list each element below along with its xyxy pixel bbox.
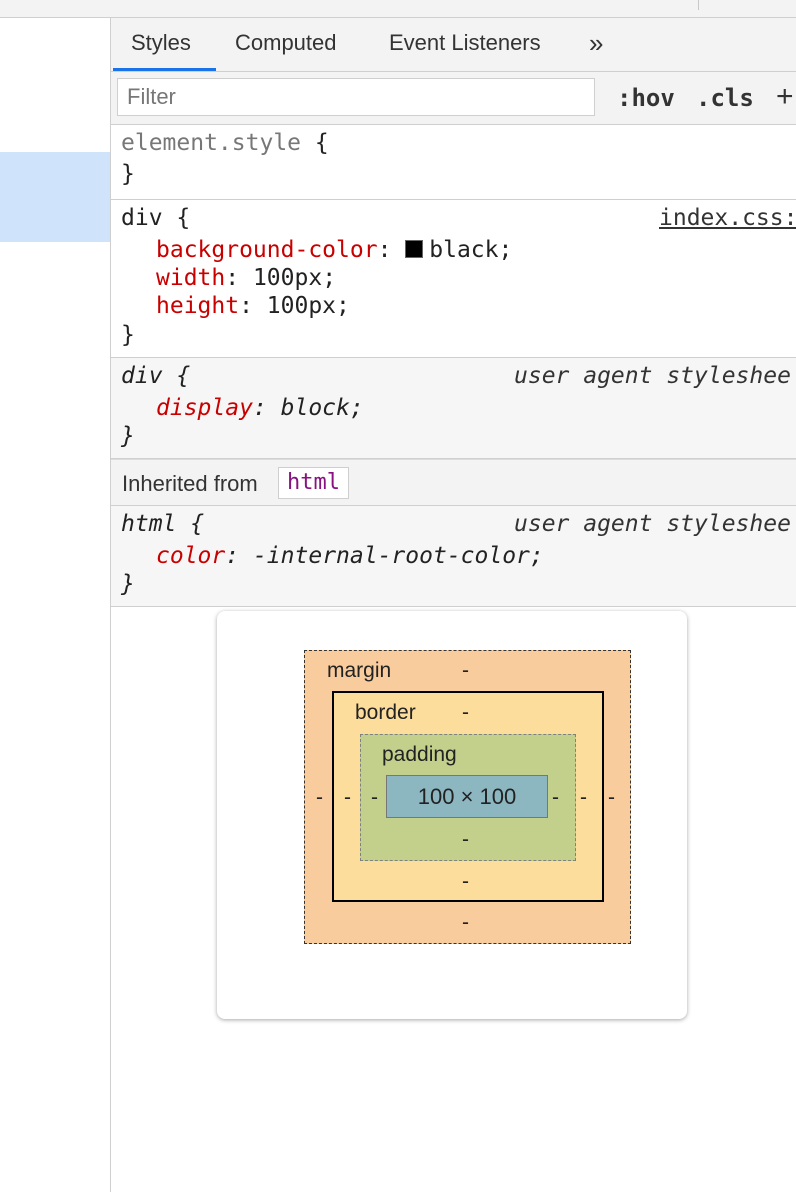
box-model-margin[interactable]: margin - - - - border - - - - padding - … [304,650,631,944]
open-brace: { [314,130,329,156]
source-link[interactable]: index.css: [659,204,796,232]
close-brace: } [121,423,135,449]
rule-selector-line: element.style { [121,129,329,157]
border-top-value[interactable]: - [462,701,469,725]
close-brace: } [121,571,135,597]
rule-selector-line: div { [121,204,190,232]
top-strip-separator [698,0,699,10]
color-swatch-icon[interactable] [405,240,424,258]
property-value[interactable]: 100px [267,293,336,319]
open-brace: { [176,205,191,231]
selected-tab-indicator [113,68,216,71]
hov-button[interactable]: :hov [617,84,675,112]
new-rule-plus-icon[interactable]: + [776,80,794,114]
margin-left-value[interactable]: - [316,786,323,810]
declaration: color: -internal-root-color; [156,543,544,569]
inherited-section-header: Inherited from html [111,459,796,506]
property-name: display [156,395,253,421]
styles-pane: Styles Computed Event Listeners » :hov .… [111,18,796,1192]
inherited-label: Inherited from [122,471,258,496]
filter-input[interactable] [117,78,595,116]
border-label: border [355,701,416,724]
rule-html-user-agent: html { user agent styleshee color: -inte… [111,506,796,607]
property-name[interactable]: height [156,293,239,319]
border-right-value[interactable]: - [580,786,587,810]
rule-div-user-agent: div { user agent styleshee display: bloc… [111,358,796,459]
open-brace: { [190,511,205,537]
declaration: display: block; [156,395,364,421]
styles-toolbar: :hov .cls + [111,72,796,125]
margin-top-value[interactable]: - [462,659,469,683]
property-name[interactable]: background-color [156,237,378,263]
box-model-content-size[interactable]: 100 × 100 [386,775,548,818]
border-left-value[interactable]: - [344,786,351,810]
selector: div [121,363,163,389]
box-model-border[interactable]: border - - - - padding - - - 100 × 100 [332,691,604,902]
padding-label: padding [382,743,457,766]
padding-bottom-value[interactable]: - [462,828,469,852]
selector[interactable]: element.style [121,130,301,156]
tab-computed[interactable]: Computed [235,30,337,56]
sidebar-tabbar: Styles Computed Event Listeners » [111,18,796,72]
source-label: user agent styleshee [514,363,791,389]
margin-label: margin [327,659,392,682]
property-name[interactable]: width [156,265,225,291]
tab-styles[interactable]: Styles [131,30,191,56]
rule-selector-line: html { [121,510,204,538]
rule-element-style: element.style { } [111,124,796,200]
declaration[interactable]: height: 100px; [156,292,350,320]
selector: html [121,511,177,537]
close-brace: } [121,161,135,187]
padding-left-value[interactable]: - [371,786,378,810]
border-bottom-value[interactable]: - [462,870,469,894]
box-model-padding[interactable]: padding - - - 100 × 100 [360,734,576,861]
window-top-strip [0,0,796,18]
padding-right-value[interactable]: - [552,786,559,810]
inherited-node-link[interactable]: html [278,467,349,499]
property-name: color [156,543,226,569]
cls-button[interactable]: .cls [696,84,754,112]
box-model-card: margin - - - - border - - - - padding - … [217,611,687,1019]
rule-selector-line: div { [121,362,190,390]
declaration[interactable]: width: 100px; [156,264,336,292]
property-value: -internal-root-color [252,543,530,569]
property-value[interactable]: black [429,237,498,263]
open-brace: { [176,363,191,389]
more-tabs-chevron-icon[interactable]: » [589,28,603,59]
property-value: block [280,395,350,421]
selected-dom-node-row[interactable] [0,152,110,242]
property-value[interactable]: 100px [253,265,322,291]
source-label: user agent styleshee [514,511,791,537]
tab-event-listeners[interactable]: Event Listeners [389,30,541,56]
rule-div-index-css: div { index.css: background-color: black… [111,200,796,358]
selector[interactable]: div [121,205,163,231]
dom-tree-panel[interactable] [0,18,111,1192]
margin-bottom-value[interactable]: - [462,911,469,935]
margin-right-value[interactable]: - [608,786,615,810]
close-brace: } [121,322,135,348]
declaration[interactable]: background-color: black; [156,236,512,264]
